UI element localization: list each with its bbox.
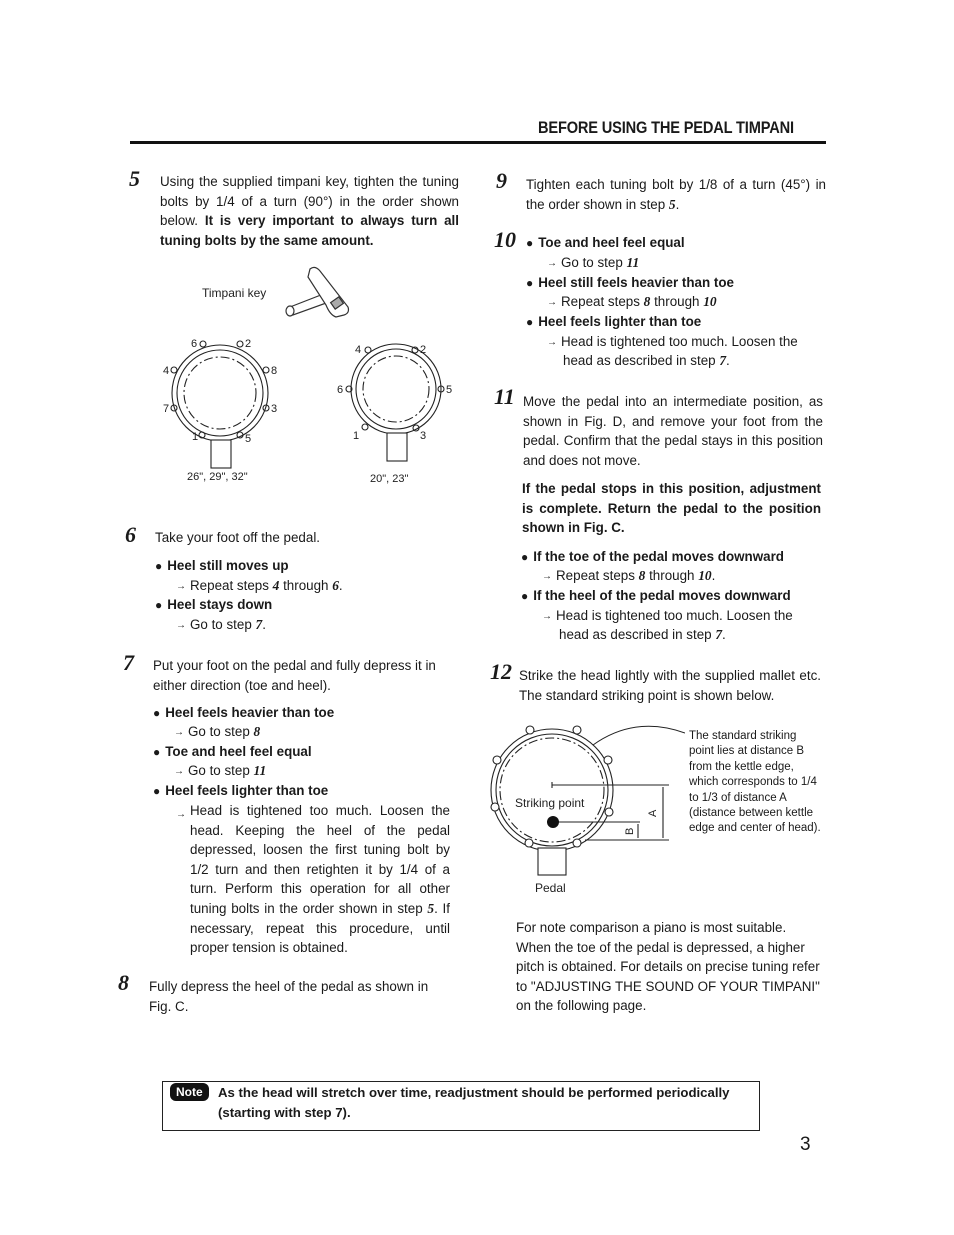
step-10-bullet-equal: Toe and heel feel equal (526, 233, 684, 254)
step-11-action-loosen-line2: head as described in step 7. (559, 627, 726, 642)
step-number-8: 8 (118, 970, 129, 995)
drum-diagram-large (170, 340, 270, 469)
step-11-text-bold: If the pedal stops in this position, adj… (522, 481, 821, 536)
dimension-b-label: B (624, 828, 636, 835)
step-11-text: Move the pedal into an intermediate posi… (523, 394, 823, 468)
step-10-bullet-heel-lighter: Heel feels lighter than toe (526, 312, 701, 333)
step-7-action-loosen: Head is tightened too much. Loosen the h… (190, 803, 450, 956)
timpani-key-icon (285, 266, 350, 318)
striking-point-label: Striking point (515, 796, 585, 810)
step-number-5: 5 (129, 166, 140, 191)
bolt-number-label: 4 (163, 365, 169, 377)
step-7-bullet-heel-heavier: Heel feels heavier than toe (153, 703, 334, 724)
header-rule (130, 141, 826, 144)
step-10-action-loosen-line2: head as described in step 7. (563, 353, 730, 368)
step-6-text: Take your foot off the pedal. (155, 530, 321, 545)
step-number-12: 12 (490, 659, 512, 684)
pedal-label: Pedal (535, 881, 566, 895)
drum-small-caption: 20", 23" (370, 473, 408, 485)
step-10-bullet-heel-heavier: Heel still feels heavier than toe (526, 273, 734, 294)
step-6-action-goto: → Go to step 7. (176, 617, 266, 632)
step-6-bullet-heel-moves-up: Heel still moves up (155, 556, 288, 577)
note-text: As the head will stretch over time, read… (218, 1085, 730, 1120)
drum-small-bolt-labels: 4 2 6 5 1 3 (337, 344, 452, 442)
step-12-followup-text: For note comparison a piano is most suit… (516, 920, 820, 1014)
timpani-key-label: Timpani key (202, 286, 266, 300)
step-7-bullet-equal: Toe and heel feel equal (153, 742, 311, 763)
tuning-bolt-order-figure: Timpani key 6 2 4 8 7 3 1 5 26", 29", 32" 4 … (163, 266, 452, 485)
bolt-number-label: 5 (245, 433, 251, 445)
striking-point-callout: The standard striking point lies at dist… (689, 730, 821, 835)
drum-diagram-small (345, 343, 445, 462)
page-number: 3 (800, 1134, 811, 1155)
step-7-text: Put your foot on the pedal and fully dep… (153, 658, 436, 693)
bolt-number-label: 7 (163, 403, 169, 415)
step-7-action-goto-8: → Go to step 8 (174, 724, 261, 739)
step-7-action-goto-11: → Go to step 11 (174, 763, 267, 778)
bolt-number-label: 2 (420, 344, 426, 356)
step-number-6: 6 (125, 522, 136, 547)
step-10-action-goto-11: → Go to step 11 (547, 255, 640, 270)
bolt-number-label: 5 (446, 384, 452, 396)
dimension-a-label: A (647, 809, 659, 817)
step-11-action-loosen: → Head is tightened too much. Loosen the (542, 608, 793, 623)
bolt-number-label: 6 (337, 384, 343, 396)
page-header-title: BEFORE USING THE PEDAL TIMPANI (538, 118, 794, 137)
bolt-number-label: 2 (245, 338, 251, 350)
step-number-11: 11 (494, 384, 515, 409)
step-5-text: Using the supplied timpani key, tighten … (160, 172, 459, 250)
note-badge: Note (170, 1083, 209, 1101)
step-5-text-bold: It is very important to always turn all … (160, 213, 459, 248)
step-10-action-loosen: → Head is tightened too much. Loosen the (547, 334, 798, 349)
step-7-bullet-heel-lighter: Heel feels lighter than toe (153, 781, 328, 802)
bolt-number-label: 1 (353, 430, 359, 442)
step-12-text: Strike the head lightly with the supplie… (519, 668, 821, 703)
step-11-bullet-heel-down: If the heel of the pedal moves downward (521, 586, 790, 607)
step-6-action-repeat: → Repeat steps 4 through 6. (176, 578, 343, 593)
striking-point-marker (547, 816, 559, 828)
drum-large-caption: 26", 29", 32" (187, 471, 248, 483)
arrow-icon: → (176, 809, 186, 820)
bolt-number-label: 6 (191, 338, 197, 350)
bolt-number-label: 8 (271, 365, 277, 377)
bolt-number-label: 3 (271, 403, 277, 415)
step-number-10: 10 (494, 227, 516, 252)
bolt-number-label: 1 (192, 431, 198, 443)
striking-point-figure: Striking point A B Pedal (490, 725, 685, 895)
step-10-action-repeat: → Repeat steps 8 through 10 (547, 294, 717, 309)
step-number-9: 9 (496, 168, 507, 193)
step-11-bullet-toe-down: If the toe of the pedal moves downward (521, 547, 784, 568)
bolt-number-label: 4 (355, 344, 361, 356)
step-8-text: Fully depress the heel of the pedal as s… (149, 979, 429, 1014)
step-11-action-repeat: → Repeat steps 8 through 10. (542, 568, 716, 583)
step-6-bullet-heel-stays-down: Heel stays down (155, 595, 272, 616)
step-number-7: 7 (123, 650, 134, 675)
step-9-text: Tighten each tuning bolt by 1/8 of a tur… (526, 177, 826, 212)
bolt-number-label: 3 (420, 430, 426, 442)
